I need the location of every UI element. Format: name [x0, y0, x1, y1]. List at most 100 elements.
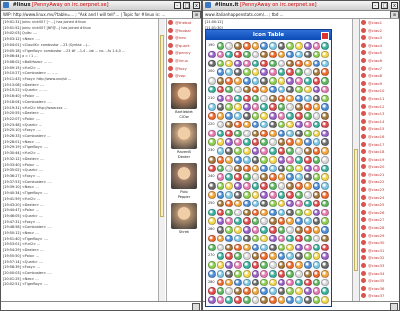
emoticon-icon[interactable] — [225, 269, 234, 278]
emoticon-icon[interactable] — [216, 234, 225, 243]
emoticon-icon[interactable] — [321, 287, 329, 296]
nick-list-item[interactable]: @ciao30 — [360, 239, 399, 247]
emoticon-icon[interactable] — [269, 269, 277, 278]
emoticon-icon[interactable] — [321, 182, 329, 190]
minimize-button[interactable]: - — [371, 2, 379, 9]
emoticon-icon[interactable] — [242, 138, 251, 147]
emoticon-icon[interactable] — [312, 94, 321, 103]
emoticon-icon[interactable] — [251, 173, 260, 182]
emoticon-icon[interactable] — [251, 120, 260, 129]
emoticon-icon[interactable] — [286, 287, 295, 296]
nick-list-item[interactable]: @ciao3 — [360, 34, 399, 42]
emoticon-icon[interactable] — [260, 103, 268, 111]
emoticon-icon[interactable] — [260, 278, 268, 287]
emoticon-icon[interactable] — [321, 261, 329, 269]
emoticon-icon[interactable] — [321, 94, 329, 103]
nick-list-item[interactable]: @ciao6 — [360, 57, 399, 65]
emoticon-icon[interactable] — [234, 182, 242, 190]
emoticon-icon[interactable] — [286, 199, 295, 208]
emoticon-icon[interactable] — [295, 252, 303, 260]
emoticon-icon[interactable] — [286, 129, 295, 138]
emoticon-icon[interactable] — [312, 129, 321, 138]
emoticon-icon[interactable] — [260, 112, 268, 120]
nick-list-item[interactable]: @quark — [167, 42, 201, 50]
emoticon-icon[interactable] — [303, 68, 312, 76]
nick-list-item[interactable]: @foobar — [167, 27, 201, 35]
emoticon-icon[interactable] — [321, 155, 329, 164]
emoticon-icon[interactable] — [303, 252, 312, 260]
emoticon-icon[interactable] — [295, 173, 303, 182]
emoticon-icon[interactable] — [286, 68, 295, 76]
avatar[interactable] — [171, 82, 197, 109]
emoticon-icon[interactable] — [312, 252, 321, 260]
emoticon-icon[interactable] — [286, 226, 295, 234]
emoticon-icon[interactable] — [251, 269, 260, 278]
emoticon-icon[interactable] — [216, 59, 225, 68]
emoticon-icon[interactable] — [312, 112, 321, 120]
emoticon-icon[interactable] — [312, 296, 321, 304]
emoticon-icon[interactable] — [251, 199, 260, 208]
emoticon-icon[interactable] — [277, 296, 286, 304]
emoticon-icon[interactable] — [269, 278, 277, 287]
emoticon-icon[interactable] — [269, 173, 277, 182]
emoticon-icon[interactable] — [216, 226, 225, 234]
nick-list-item[interactable]: @ciao27 — [360, 216, 399, 224]
avatar[interactable] — [171, 202, 197, 229]
emoticon-icon[interactable] — [295, 296, 303, 304]
nick-list-item[interactable]: @ciao5 — [360, 49, 399, 57]
emoticon-icon[interactable] — [277, 50, 286, 59]
nick-list-item[interactable]: @ciao33 — [360, 262, 399, 270]
nick-list-item[interactable]: @ciao18 — [360, 148, 399, 156]
emoticon-icon[interactable] — [312, 261, 321, 269]
emoticon-icon[interactable] — [269, 182, 277, 190]
emoticon-icon[interactable] — [234, 208, 242, 217]
emoticon-icon[interactable] — [242, 269, 251, 278]
emoticon-icon[interactable] — [295, 182, 303, 190]
emoticon-icon[interactable] — [295, 261, 303, 269]
emoticon-icon[interactable] — [321, 278, 329, 287]
emoticon-icon[interactable] — [303, 147, 312, 155]
emoticon-icon[interactable] — [225, 208, 234, 217]
emoticon-icon[interactable] — [303, 182, 312, 190]
emoticon-icon[interactable] — [286, 94, 295, 103]
emoticon-icon[interactable] — [234, 147, 242, 155]
emoticon-icon[interactable] — [260, 191, 268, 199]
nick-list-item[interactable]: @ciao19 — [360, 156, 399, 164]
emoticon-icon[interactable] — [303, 234, 312, 243]
emoticon-icon[interactable] — [321, 269, 329, 278]
nick-list-item[interactable]: @ciao17 — [360, 141, 399, 149]
emoticon-icon[interactable] — [295, 138, 303, 147]
emoticon-icon[interactable] — [286, 164, 295, 173]
emoticon-icon[interactable] — [208, 138, 216, 147]
emoticon-icon[interactable] — [321, 208, 329, 217]
emoticon-icon[interactable] — [260, 50, 268, 59]
icon-table-window[interactable]: Icon Table 190 200 210 220 230 240 250 260 270 28… — [205, 29, 332, 307]
left-topic-bar[interactable]: WIP: http://www.linux.mv/?table=... ; "A… — [1, 11, 201, 19]
nick-list-item[interactable]: @ciao15 — [360, 125, 399, 133]
emoticon-icon[interactable] — [251, 129, 260, 138]
nick-list-item[interactable]: @penny — [167, 49, 201, 57]
emoticon-icon[interactable] — [216, 155, 225, 164]
nick-list-item[interactable]: @ciao25 — [360, 201, 399, 209]
emoticon-icon[interactable] — [277, 173, 286, 182]
emoticon-icon[interactable] — [321, 77, 329, 85]
emoticon-icon[interactable] — [225, 138, 234, 147]
emoticon-icon[interactable] — [303, 269, 312, 278]
emoticon-icon[interactable] — [286, 103, 295, 111]
emoticon-icon[interactable] — [312, 199, 321, 208]
emoticon-icon[interactable] — [286, 42, 295, 50]
emoticon-icon[interactable] — [225, 199, 234, 208]
emoticon-icon[interactable] — [295, 234, 303, 243]
emoticon-icon[interactable] — [295, 278, 303, 287]
emoticon-icon[interactable] — [208, 129, 216, 138]
emoticon-icon[interactable] — [321, 173, 329, 182]
emoticon-icon[interactable] — [225, 164, 234, 173]
emoticon-icon[interactable] — [234, 252, 242, 260]
nick-list-item[interactable]: @neo — [167, 34, 201, 42]
left-title-bar[interactable]: #linux [PennyAway on irc.oerpnet.se] - □… — [1, 1, 201, 11]
emoticon-icon[interactable] — [208, 217, 216, 225]
emoticon-icon[interactable] — [216, 50, 225, 59]
emoticon-icon[interactable] — [303, 217, 312, 225]
emoticon-icon[interactable] — [295, 217, 303, 225]
emoticon-icon[interactable] — [295, 77, 303, 85]
